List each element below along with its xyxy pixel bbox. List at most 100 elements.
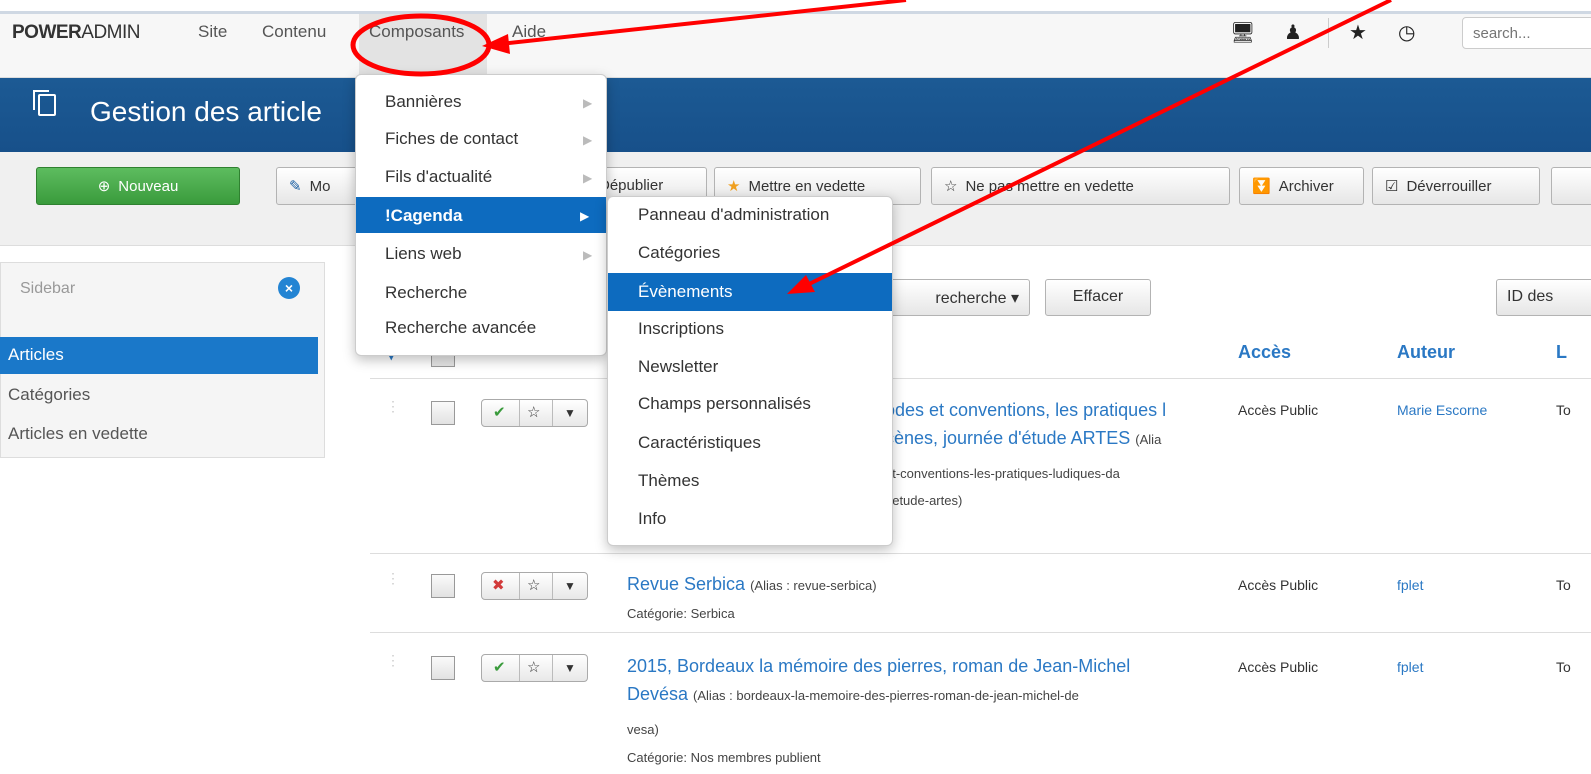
access-cell: Accès Public	[1238, 402, 1319, 418]
menu-item-banners[interactable]: Bannières	[385, 92, 462, 112]
caret-down-icon[interactable]: ▼	[564, 406, 576, 420]
nav-contenu[interactable]: Contenu	[262, 22, 326, 42]
sort-select[interactable]: ID des	[1496, 279, 1591, 316]
checkbox-icon: ☑	[1385, 178, 1399, 195]
title-line-text: Devésa	[627, 684, 689, 704]
menu-item-newsfeeds[interactable]: Fils d'actualité	[385, 167, 492, 187]
article-title-link[interactable]: 2015, Bordeaux la mémoire des pierres, r…	[627, 652, 1130, 710]
column-language[interactable]: L	[1556, 342, 1567, 363]
submenu-item-info[interactable]: Info	[638, 509, 666, 529]
star-icon[interactable]: ★	[1349, 20, 1367, 45]
chevron-right-icon: ▶	[583, 96, 593, 110]
column-author[interactable]: Auteur	[1397, 342, 1455, 363]
sidebar-item-featured[interactable]: Articles en vedette	[8, 424, 148, 444]
submenu-item-registrations[interactable]: Inscriptions	[638, 319, 724, 339]
drag-handle-icon[interactable]: ⋮	[386, 652, 400, 669]
chevron-right-icon: ▶	[583, 248, 593, 262]
caret-down-icon: ▾	[1010, 290, 1019, 307]
alias-text: (Alia	[1135, 432, 1162, 447]
clock-icon[interactable]: ◷	[1398, 20, 1415, 45]
star-outline-icon[interactable]: ☆	[527, 403, 540, 421]
nav-divider	[1328, 18, 1329, 48]
submenu-item-events[interactable]: Évènements	[638, 282, 733, 302]
column-access[interactable]: Accès	[1238, 342, 1291, 363]
monitor-icon[interactable]: 🖥	[1230, 20, 1255, 45]
submenu-item-categories[interactable]: Catégories	[638, 243, 720, 263]
nav-composants[interactable]: Composants	[369, 22, 464, 42]
more-button[interactable]	[1551, 167, 1591, 205]
caret-down-icon[interactable]: ▼	[564, 579, 576, 593]
unpublished-icon[interactable]: ✖	[492, 576, 505, 594]
unfeature-button[interactable]: ☆ Ne pas mettre en vedette	[931, 167, 1230, 205]
sidebar-heading: Sidebar	[20, 280, 76, 297]
chevron-right-icon: ▶	[580, 209, 590, 223]
author-link[interactable]: fplet	[1397, 659, 1423, 675]
star-outline-icon[interactable]: ☆	[527, 576, 540, 594]
check-icon[interactable]: ✔	[493, 403, 506, 421]
menu-item-advanced-search[interactable]: Recherche avancée	[385, 318, 536, 338]
language-cell: To	[1556, 577, 1571, 593]
unpublish-button-label: Dépublier	[599, 177, 664, 194]
row-divider	[370, 553, 1591, 554]
row-checkbox[interactable]	[431, 401, 455, 425]
edit-icon: ✎	[289, 178, 302, 195]
alias-text: (Alias : bordeaux-la-memoire-des-pierres…	[693, 688, 1079, 703]
submenu-item-custom-fields[interactable]: Champs personnalisés	[638, 394, 811, 414]
drag-handle-icon[interactable]: ⋮	[386, 398, 400, 415]
archive-button-label: Archiver	[1278, 178, 1334, 195]
edit-button[interactable]: ✎ Mo	[276, 167, 366, 205]
star-outline-icon: ☆	[944, 178, 958, 195]
menu-item-cagenda[interactable]: !Cagenda	[385, 206, 462, 226]
search-input[interactable]	[1462, 17, 1591, 49]
unlock-button[interactable]: ☑ Déverrouiller	[1372, 167, 1540, 205]
author-link[interactable]: Marie Escorne	[1397, 402, 1487, 418]
sidebar-item-articles[interactable]: Articles	[8, 345, 64, 365]
sidebar-item-categories[interactable]: Catégories	[8, 385, 90, 405]
chevron-right-icon: ▶	[583, 133, 593, 147]
page-title: Gestion des article	[90, 96, 322, 127]
submenu-item-features[interactable]: Caractéristiques	[638, 433, 761, 453]
brand-bold: POWER	[12, 22, 82, 43]
alias-line: et-conventions-les-pratiques-ludiques-da	[885, 466, 1120, 481]
category-text: Catégorie: Nos membres publient	[627, 750, 821, 765]
alias-line: l-etude-artes)	[885, 493, 963, 508]
status-button-group[interactable]: ✔ ☆ ▼	[481, 654, 588, 682]
author-link[interactable]: fplet	[1397, 577, 1423, 593]
submenu-item-themes[interactable]: Thèmes	[638, 471, 699, 491]
caret-down-icon[interactable]: ▼	[564, 661, 576, 675]
star-filled-icon: ★	[727, 178, 741, 195]
new-button[interactable]: ⊕ Nouveau	[36, 167, 240, 205]
close-icon[interactable]: ×	[278, 277, 300, 299]
archive-button[interactable]: ⏬ Archiver	[1239, 167, 1364, 205]
status-button-group[interactable]: ✔ ☆ ▼	[481, 399, 588, 427]
nav-aide[interactable]: Aide	[512, 22, 546, 42]
feature-button-label: Mettre en vedette	[748, 178, 866, 195]
category-text: Catégorie: Serbica	[627, 606, 735, 621]
title-line: Devésa (Alias : bordeaux-la-memoire-des-…	[627, 680, 1130, 710]
plus-circle-icon: ⊕	[97, 178, 111, 195]
title-line: 2015, Bordeaux la mémoire des pierres, r…	[627, 656, 1131, 676]
menu-item-search[interactable]: Recherche	[385, 283, 467, 303]
submenu-item-dashboard[interactable]: Panneau d'administration	[638, 205, 829, 225]
edit-button-label: Mo	[309, 178, 331, 195]
brand-light: ADMIN	[81, 22, 141, 43]
status-button-group[interactable]: ✖ ☆ ▼	[481, 572, 588, 600]
top-strip	[0, 0, 1591, 14]
row-checkbox[interactable]	[431, 574, 455, 598]
access-cell: Accès Public	[1238, 659, 1319, 675]
menu-item-weblinks[interactable]: Liens web	[385, 244, 462, 264]
drag-handle-icon[interactable]: ⋮	[386, 570, 400, 587]
unfeature-button-label: Ne pas mettre en vedette	[965, 178, 1134, 195]
star-outline-icon[interactable]: ☆	[527, 658, 540, 676]
user-icon[interactable]: ♟	[1284, 20, 1302, 45]
check-icon[interactable]: ✔	[493, 658, 506, 676]
alias-text: (Alias : revue-serbica)	[750, 578, 877, 593]
article-title-link[interactable]: Revue Serbica (Alias : revue-serbica)	[627, 570, 877, 600]
clear-button[interactable]: Effacer	[1045, 279, 1151, 316]
submenu-item-newsletter[interactable]: Newsletter	[638, 357, 718, 377]
unlock-button-label: Déverrouiller	[1406, 178, 1492, 195]
nav-site[interactable]: Site	[198, 22, 227, 42]
row-checkbox[interactable]	[431, 656, 455, 680]
brand-logo[interactable]: POWERADMIN	[12, 22, 141, 44]
menu-item-contacts[interactable]: Fiches de contact	[385, 129, 518, 149]
